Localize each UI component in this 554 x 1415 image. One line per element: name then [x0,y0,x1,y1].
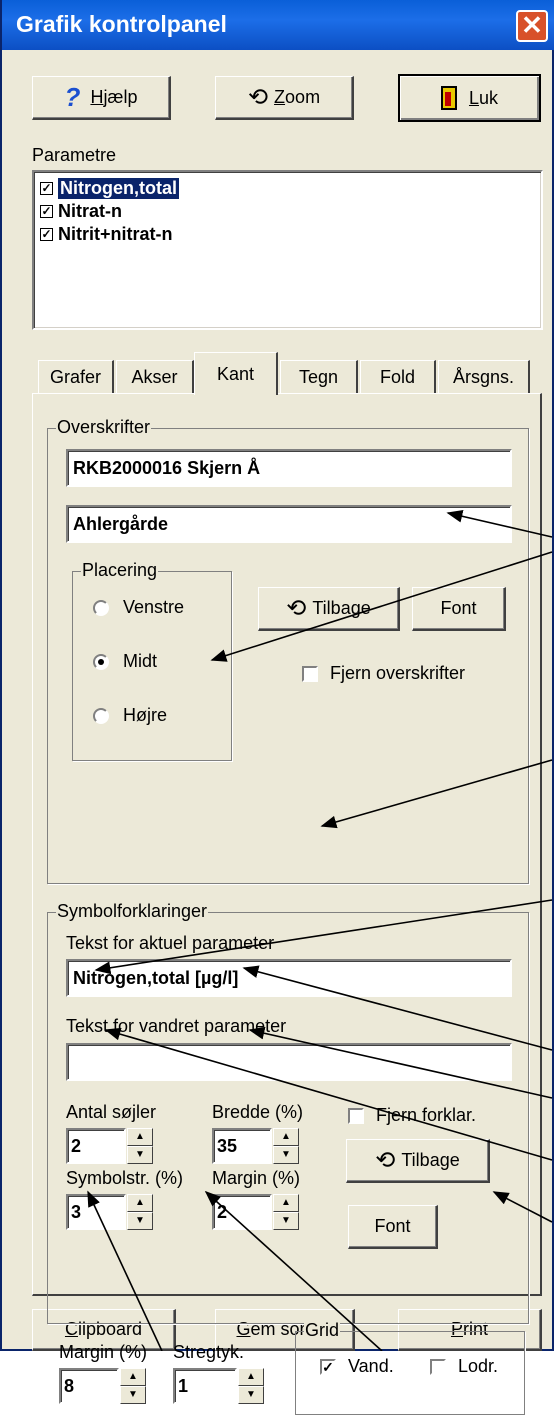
legend-group: Symbolforklaringer Tekst for aktuel para… [47,901,529,1324]
frame-margin-value[interactable]: 8 [59,1368,119,1404]
grid-horizontal-checkbox[interactable]: ✓ Vand. [320,1356,394,1377]
symbol-size-value[interactable]: 3 [66,1194,126,1230]
spin-up-icon[interactable]: ▲ [120,1368,146,1386]
stroke-width-label: Stregtyk. [173,1342,245,1362]
headings-reset-button[interactable]: ⟲ Tilbage [258,587,400,631]
reset-label: Tilbage [401,1150,460,1170]
current-parameter-input[interactable]: Nitrogen,total [µg/l] [66,959,512,997]
headings-group: Overskrifter RKB2000016 Skjern Å Ahlergå… [47,417,529,884]
checkbox-label: Fjern forklar. [376,1105,477,1125]
tab-tegn[interactable]: Tegn [280,360,358,393]
legend-group-label: Symbolforklaringer [56,901,209,922]
horizontal-parameter-input[interactable] [66,1043,512,1081]
placement-right-radio[interactable]: Højre [93,705,167,726]
heading-line1-input[interactable]: RKB2000016 Skjern Å [66,449,512,487]
spin-down-icon[interactable]: ▼ [238,1386,264,1404]
radio-label: Midt [123,651,158,671]
radio-label: Højre [123,705,167,725]
undo-arrow-icon: ⟲ [286,595,307,622]
list-item-label: Nitrat-n [58,200,122,221]
width-value[interactable]: 35 [212,1128,272,1164]
spin-up-icon[interactable]: ▲ [127,1128,153,1146]
window-title: Grafik kontrolpanel [16,11,227,37]
grid-group: Grid ✓ Vand. Lodr. [295,1320,525,1415]
list-item[interactable]: ✓ Nitrat-n [40,200,122,222]
spin-down-icon[interactable]: ▼ [273,1212,299,1230]
tab-kant[interactable]: Kant [194,352,278,395]
radio-circle-icon [93,707,109,724]
legend-font-button[interactable]: Font [348,1205,438,1249]
placement-left-radio[interactable]: Venstre [93,597,184,618]
list-item-label: Nitrogen,total [58,177,179,199]
tab-aarsgns[interactable]: Årsgns. [438,360,530,393]
checkmark-icon[interactable]: ✓ [40,227,53,241]
checkmark-icon: ✓ [320,1358,336,1375]
spin-up-icon[interactable]: ▲ [238,1368,264,1386]
list-item-label: Nitrit+nitrat-n [58,223,173,244]
parameters-label: Parametre [32,145,117,165]
spin-up-icon[interactable]: ▲ [273,1194,299,1212]
current-parameter-label: Tekst for aktuel parameter [66,933,275,953]
placement-label: Placering [81,560,159,581]
undo-arrow-icon: ⟲ [375,1147,396,1174]
radio-selected-icon [93,653,109,670]
checkmark-icon[interactable]: ✓ [40,181,53,195]
zoom-label: Zoom [274,87,321,107]
legend-margin-value[interactable]: 2 [212,1194,272,1230]
heading-line2-input[interactable]: Ahlergårde [66,505,512,543]
door-exit-icon [440,86,457,110]
spin-up-icon[interactable]: ▲ [273,1128,299,1146]
checkbox-label: Vand. [348,1356,394,1376]
close-window-button[interactable]: ✕ [516,10,548,42]
spin-up-icon[interactable]: ▲ [127,1194,153,1212]
close-label: Luk [468,87,499,108]
list-item[interactable]: ✓ Nitrit+nitrat-n [40,223,173,245]
undo-arrow-icon: ⟲ [247,84,269,111]
tab-akser[interactable]: Akser [116,360,194,393]
close-button[interactable]: Luk [398,74,541,122]
zoom-button[interactable]: ⟲ Zoom [215,76,354,120]
parameters-listbox[interactable]: ✓ Nitrogen,total ✓ Nitrat-n ✓ Nitrit+nit… [32,170,543,330]
help-button[interactable]: ? Hjælp [32,76,171,120]
tab-panel-kant: Overskrifter RKB2000016 Skjern Å Ahlergå… [32,393,542,1415]
width-label: Bredde (%) [212,1102,304,1122]
list-item[interactable]: ✓ Nitrogen,total [40,177,179,199]
headings-group-label: Overskrifter [56,417,152,438]
radio-circle-icon [93,599,109,616]
checkbox-empty-icon [430,1358,446,1375]
horizontal-parameter-label: Tekst for vandret parameter [66,1016,287,1036]
checkbox-empty-icon [302,665,318,682]
spin-down-icon[interactable]: ▼ [127,1146,153,1164]
symbol-size-label: Symbolstr. (%) [66,1168,184,1188]
checkmark-icon[interactable]: ✓ [40,204,53,218]
checkbox-empty-icon [348,1107,364,1124]
grid-vertical-checkbox[interactable]: Lodr. [430,1356,498,1377]
help-icon: ? [64,82,81,112]
remove-headings-checkbox[interactable]: Fjern overskrifter [302,663,465,684]
columns-label: Antal søjler [66,1102,157,1122]
tab-fold[interactable]: Fold [360,360,436,393]
remove-legend-checkbox[interactable]: Fjern forklar. [348,1105,476,1126]
frame-margin-label: Margin (%) [59,1342,148,1362]
reset-label: Tilbage [312,598,371,618]
help-label: Hjælp [90,87,138,107]
placement-group: Placering Venstre Midt Højre [72,560,232,761]
graphics-control-panel-window: Grafik kontrolpanel ✕ ? Hjælp ⟲ Zoom Luk… [0,0,554,1415]
legend-reset-button[interactable]: ⟲ Tilbage [346,1139,490,1183]
stroke-width-value[interactable]: 1 [173,1368,237,1404]
headings-font-button[interactable]: Font [412,587,506,631]
legend-margin-label: Margin (%) [212,1168,301,1188]
placement-center-radio[interactable]: Midt [93,651,157,672]
checkbox-label: Lodr. [458,1356,499,1376]
checkbox-label: Fjern overskrifter [330,663,466,683]
spin-down-icon[interactable]: ▼ [273,1146,299,1164]
grid-group-label: Grid [304,1320,341,1341]
radio-label: Venstre [123,597,185,617]
columns-value[interactable]: 2 [66,1128,126,1164]
spin-down-icon[interactable]: ▼ [127,1212,153,1230]
spin-down-icon[interactable]: ▼ [120,1386,146,1404]
tab-grafer[interactable]: Grafer [38,360,114,393]
title-bar[interactable]: Grafik kontrolpanel ✕ [2,0,554,50]
